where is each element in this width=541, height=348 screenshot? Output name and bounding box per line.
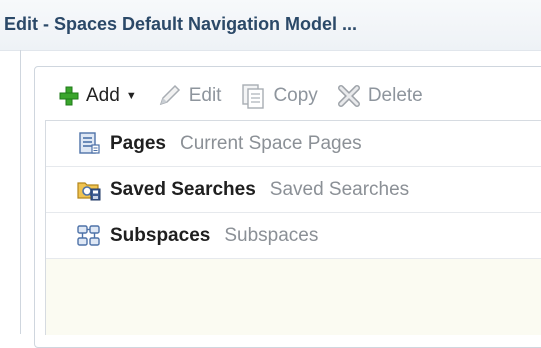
dialog-titlebar: Edit - Spaces Default Navigation Model .… [0, 0, 541, 51]
add-label: Add [86, 85, 120, 106]
edit-button[interactable]: Edit [155, 82, 222, 110]
navigation-list: Pages Current Space Pages Saved Searches… [45, 120, 541, 335]
plus-icon [59, 86, 79, 106]
subspaces-icon [77, 224, 100, 246]
pages-icon [79, 131, 100, 154]
item-description: Current Space Pages [179, 132, 362, 154]
saved-searches-icon [77, 181, 101, 200]
list-item[interactable]: Subspaces Subspaces [46, 213, 541, 259]
delete-button[interactable]: Delete [336, 83, 423, 109]
copy-button[interactable]: Copy [239, 82, 318, 110]
item-name: Saved Searches [110, 178, 256, 200]
toolbar: Add ▼ Edit Copy Delete [58, 80, 441, 112]
item-name: Pages [110, 132, 166, 154]
add-button[interactable]: Add ▼ [58, 85, 137, 107]
item-description: Saved Searches [269, 178, 410, 200]
dialog-title: Edit - Spaces Default Navigation Model .… [4, 14, 358, 34]
copy-label: Copy [273, 85, 318, 106]
list-item[interactable]: Pages Current Space Pages [46, 121, 541, 167]
left-divider [20, 50, 21, 334]
chevron-down-icon: ▼ [125, 90, 137, 102]
pencil-icon [159, 84, 180, 106]
item-name: Subspaces [110, 224, 211, 246]
edit-label: Edit [188, 85, 222, 106]
list-item[interactable]: Saved Searches Saved Searches [46, 167, 541, 213]
delete-icon [337, 85, 360, 107]
item-description: Subspaces [224, 224, 319, 246]
copy-icon [242, 84, 265, 109]
delete-label: Delete [367, 85, 423, 106]
